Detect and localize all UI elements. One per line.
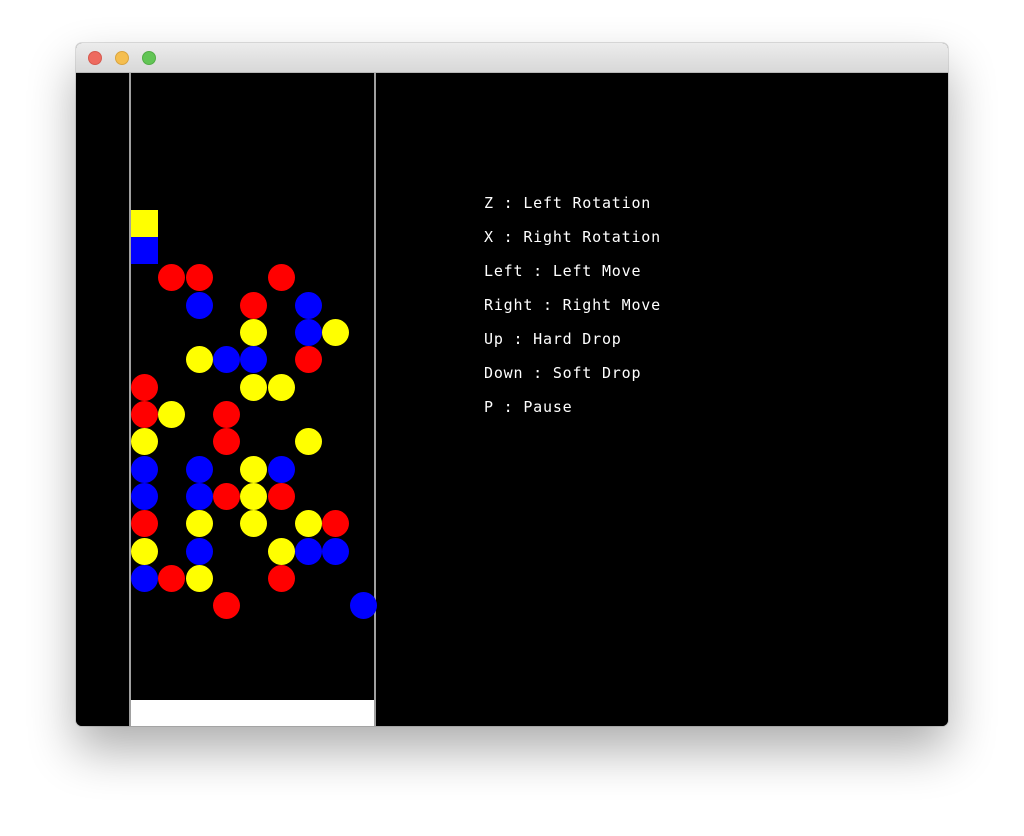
yellow-ball bbox=[267, 537, 295, 565]
maximize-window-button[interactable] bbox=[142, 51, 156, 65]
red-ball bbox=[185, 264, 213, 292]
control-left-rotation: Z : Left Rotation bbox=[484, 194, 652, 212]
control-soft-drop: Down : Soft Drop bbox=[484, 364, 642, 382]
yellow-ball bbox=[294, 428, 322, 456]
red-ball bbox=[322, 510, 350, 538]
game-window: Z : Left Rotation X : Right Rotation Lef… bbox=[76, 43, 948, 726]
red-ball bbox=[267, 564, 295, 592]
red-ball bbox=[212, 482, 240, 510]
red-ball bbox=[267, 264, 295, 292]
control-right-move: Right : Right Move bbox=[484, 296, 661, 314]
title-bar bbox=[76, 43, 948, 73]
red-ball bbox=[212, 400, 240, 428]
game-board bbox=[129, 73, 377, 726]
blue-ball bbox=[185, 455, 213, 483]
yellow-ball bbox=[158, 400, 186, 428]
red-ball bbox=[158, 264, 186, 292]
blue-ball bbox=[294, 537, 322, 565]
board-floor bbox=[131, 700, 374, 726]
yellow-ball bbox=[240, 373, 268, 401]
yellow-ball bbox=[294, 510, 322, 538]
red-ball bbox=[158, 564, 186, 592]
blue-ball bbox=[212, 346, 240, 374]
red-ball bbox=[131, 400, 158, 428]
blue-ball bbox=[131, 564, 158, 592]
board-left-wall bbox=[129, 73, 131, 726]
red-ball bbox=[294, 346, 322, 374]
yellow-ball bbox=[185, 564, 213, 592]
yellow-ball bbox=[240, 318, 268, 346]
blue-ball bbox=[322, 537, 350, 565]
control-pause: P : Pause bbox=[484, 398, 573, 416]
blue-ball bbox=[185, 291, 213, 319]
yellow-ball bbox=[131, 428, 158, 456]
blue-ball bbox=[267, 455, 295, 483]
yellow-ball bbox=[185, 346, 213, 374]
control-hard-drop: Up : Hard Drop bbox=[484, 330, 622, 348]
control-right-rotation: X : Right Rotation bbox=[484, 228, 661, 246]
red-ball bbox=[131, 510, 158, 538]
yellow-ball bbox=[322, 318, 350, 346]
yellow-ball bbox=[267, 373, 295, 401]
falling-piece-blue-block bbox=[131, 236, 158, 264]
blue-ball bbox=[131, 482, 158, 510]
red-ball bbox=[212, 592, 240, 620]
blue-ball bbox=[185, 482, 213, 510]
blue-ball bbox=[240, 346, 268, 374]
red-ball bbox=[267, 482, 295, 510]
yellow-ball bbox=[240, 482, 268, 510]
blue-ball bbox=[294, 318, 322, 346]
yellow-ball bbox=[240, 510, 268, 538]
red-ball bbox=[240, 291, 268, 319]
blue-ball bbox=[131, 455, 158, 483]
red-ball bbox=[212, 428, 240, 456]
blue-ball bbox=[294, 291, 322, 319]
yellow-ball bbox=[131, 537, 158, 565]
board-right-wall bbox=[374, 73, 376, 726]
close-window-button[interactable] bbox=[88, 51, 102, 65]
controls-list: Z : Left Rotation X : Right Rotation Lef… bbox=[484, 191, 661, 429]
blue-ball bbox=[185, 537, 213, 565]
red-ball bbox=[131, 373, 158, 401]
yellow-ball bbox=[185, 510, 213, 538]
blue-ball bbox=[349, 592, 377, 620]
falling-piece-yellow-block bbox=[131, 209, 158, 237]
minimize-window-button[interactable] bbox=[115, 51, 129, 65]
control-left-move: Left : Left Move bbox=[484, 262, 642, 280]
yellow-ball bbox=[240, 455, 268, 483]
game-canvas[interactable]: Z : Left Rotation X : Right Rotation Lef… bbox=[76, 73, 948, 726]
